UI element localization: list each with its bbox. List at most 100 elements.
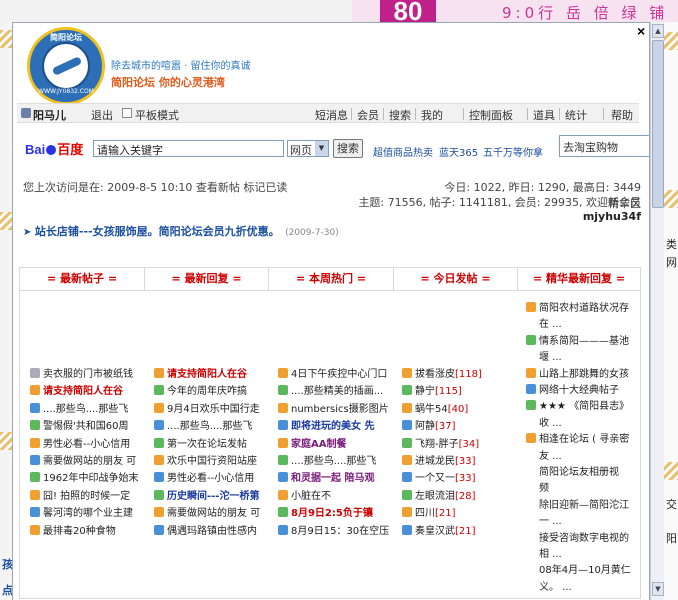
poster-row[interactable]: 左眼流泪[28] [402,487,516,503]
topic-row[interactable]: 请支持简阳人在谷 [154,365,268,381]
topic-icon [30,455,40,465]
topic-row[interactable]: ....那些鸟....那些飞 [154,417,268,433]
scroll-down-button[interactable]: ▼ [652,582,664,596]
featured-topic-row[interactable]: 一 ... [526,512,638,528]
featured-topic-row[interactable]: 网络十大经典帖子 [526,381,638,397]
featured-topic-row[interactable]: 频 [526,479,638,495]
divider [527,108,528,120]
menu-stats[interactable]: 统计 [565,107,587,123]
topic-row[interactable]: 小脏在不 [278,487,392,503]
tab-weekly-hot[interactable]: = 本周热门 = [269,268,394,290]
topic-icon [30,489,40,500]
new-member-link[interactable]: mjyhu34f [583,210,641,223]
hot-link[interactable]: 五千万等你拿 [483,144,543,159]
topic-title: 简阳农村道路状况存 [539,303,629,314]
topic-icon [154,402,164,413]
topic-row[interactable]: 今年的周年庆咋搞 [154,382,268,398]
scroll-up-button[interactable]: ▲ [652,24,664,38]
topic-grid: 卖衣服的门市被纸钱 请支持简阳人在谷 ....那些鸟....那些飞 警惕假'共和国60… [19,291,641,599]
search-button[interactable]: 搜索 [333,139,363,158]
featured-topic-row[interactable]: 堰 ... [526,348,638,364]
poster-row[interactable]: 进城龙民[33] [402,452,516,468]
featured-topic-row[interactable]: 山路上那跳舞的女孩 [526,365,638,381]
topic-row[interactable]: 偶遇玛路镇由性感内 [154,522,268,538]
plain-mode-checkbox[interactable] [122,108,132,118]
taobao-search-input[interactable]: 去淘宝购物 [559,135,649,157]
menu-members[interactable]: 会员 [357,107,379,123]
menu-help[interactable]: 帮助 [611,107,633,123]
topic-row[interactable]: ....那些鸟....那些飞 [278,452,392,468]
topic-row[interactable]: 最排毒20种食物 [30,522,144,538]
section-tabs: = 最新帖子 = = 最新回复 = = 本周热门 = = 今日发帖 = = 精华… [19,267,641,291]
topic-row[interactable]: 请支持简阳人在谷 [30,382,144,398]
topic-row[interactable]: 即将进玩的美女 先 [278,417,392,433]
poster-row[interactable]: 一个又一[33] [402,469,516,485]
featured-topic-row[interactable]: 相 ... [526,545,638,561]
topic-row[interactable]: 8月9日15：30在空压 [278,522,392,538]
hot-link[interactable]: 蓝天365 [439,144,478,159]
topic-row[interactable]: 4日下午疾控中心门口 [278,365,392,381]
featured-topic-row[interactable]: 08年4月—10月黄仁 [526,561,638,577]
poster-row[interactable]: 飞翔-胖子[34] [402,435,516,451]
topic-row[interactable]: ....那些鸟....那些飞 [30,400,144,416]
topic-row[interactable]: 和灵据一起 陪马观 [278,469,392,485]
tab-today-posts[interactable]: = 今日发帖 = [394,268,518,290]
tab-featured-replies[interactable]: = 精华最新回复 = [518,268,640,290]
featured-topic-row[interactable]: 相逢在论坛 ( 寻亲密 [526,430,638,446]
featured-topic-row[interactable]: 收 ... [526,414,638,430]
topic-row[interactable]: 卖衣服的门市被纸钱 [30,365,144,381]
username-link[interactable]: 阳马儿 [33,107,66,123]
featured-topic-row[interactable]: ★★★ 《简阳县志》 [526,397,638,413]
topic-row[interactable]: 8月9日2:5负于镶 [278,504,392,520]
hot-link[interactable]: 超值商品热卖 [373,144,433,159]
topic-row[interactable]: 历史瞬间---沱一桥第 [154,487,268,503]
popup-scrollbar[interactable]: ▲ ▼ [650,22,664,600]
featured-topic-row[interactable]: 情系简阳———基池 [526,332,638,348]
featured-topic-row[interactable]: 简阳论坛友相册视 [526,463,638,479]
announcement-link[interactable]: 站长店铺---女孩服饰屋。简阳论坛会员九折优惠。 [35,225,280,238]
topic-row[interactable]: 第一次在论坛发帖 [154,435,268,451]
menu-messages[interactable]: 短消息 [315,107,348,123]
menu-mine[interactable]: 我的 [421,107,443,123]
topic-row[interactable]: 男性必看--小心信用 [30,435,144,451]
plain-mode-link[interactable]: 平板模式 [135,107,179,123]
featured-topic-row[interactable]: 简阳农村道路状况存 [526,299,638,315]
scroll-thumb[interactable] [652,40,664,208]
featured-topic-row[interactable]: 友 ... [526,447,638,463]
topic-title: 08年4月—10月黄仁 [539,565,631,577]
poster-row[interactable]: 阿静[37] [402,417,516,433]
featured-topic-row[interactable]: 接受咨询数字电视的 [526,529,638,545]
topic-row[interactable]: 欢乐中国行资阳站座 [154,452,268,468]
featured-topic-row[interactable]: 义。 ... [526,578,638,594]
tab-latest-posts[interactable]: = 最新帖子 = [20,268,145,290]
topic-row[interactable]: numbersics摄影图片 [278,400,392,416]
logout-link[interactable]: 退出 [91,107,113,123]
poster-row[interactable]: 四川[21] [402,504,516,520]
poster-row[interactable]: 蜗牛54[40] [402,400,516,416]
menu-props[interactable]: 道具 [533,107,555,123]
topic-row[interactable]: ....那些精美的插画... [278,382,392,398]
search-input[interactable]: 请输入关键字 [93,140,284,157]
topic-row[interactable]: 男性必看--小心信用 [154,469,268,485]
topic-row[interactable]: 9月4日欢乐中国行走 [154,400,268,416]
poster-row[interactable]: 拔看涨皮[118] [402,365,516,381]
poster-row[interactable]: 静宁[115] [402,382,516,398]
featured-topic-row[interactable]: 除旧迎新—简阳沱江 [526,496,638,512]
topic-row[interactable]: 馨河湾的哪个业主建 [30,504,144,520]
topic-title: 拔看涨皮 [415,369,455,380]
topic-row[interactable]: 1962年中印战争始末 [30,469,144,485]
topic-row[interactable]: 需要做网站的朋友 可 [154,504,268,520]
topic-row[interactable]: 囧! 拍照的时候一定 [30,487,144,503]
tab-latest-replies[interactable]: = 最新回复 = [145,268,269,290]
menu-search[interactable]: 搜索 [389,107,411,123]
search-type-select[interactable]: 网页 ▼ [287,140,329,157]
featured-topic-row[interactable]: 在 ... [526,315,638,331]
topic-row[interactable]: 家庭AA制餐 [278,435,392,451]
topic-icon [30,420,40,431]
poster-row[interactable]: 奏皇汉武[21] [402,522,516,538]
topic-row[interactable]: 需要做网站的朋友 可 [30,452,144,468]
topic-title: 偶遇玛路镇由性感内 [167,525,257,537]
close-icon[interactable]: × [637,23,649,41]
topic-row[interactable]: 警惕假'共和国60周 [30,417,144,433]
menu-control-panel[interactable]: 控制面板 [469,107,513,123]
